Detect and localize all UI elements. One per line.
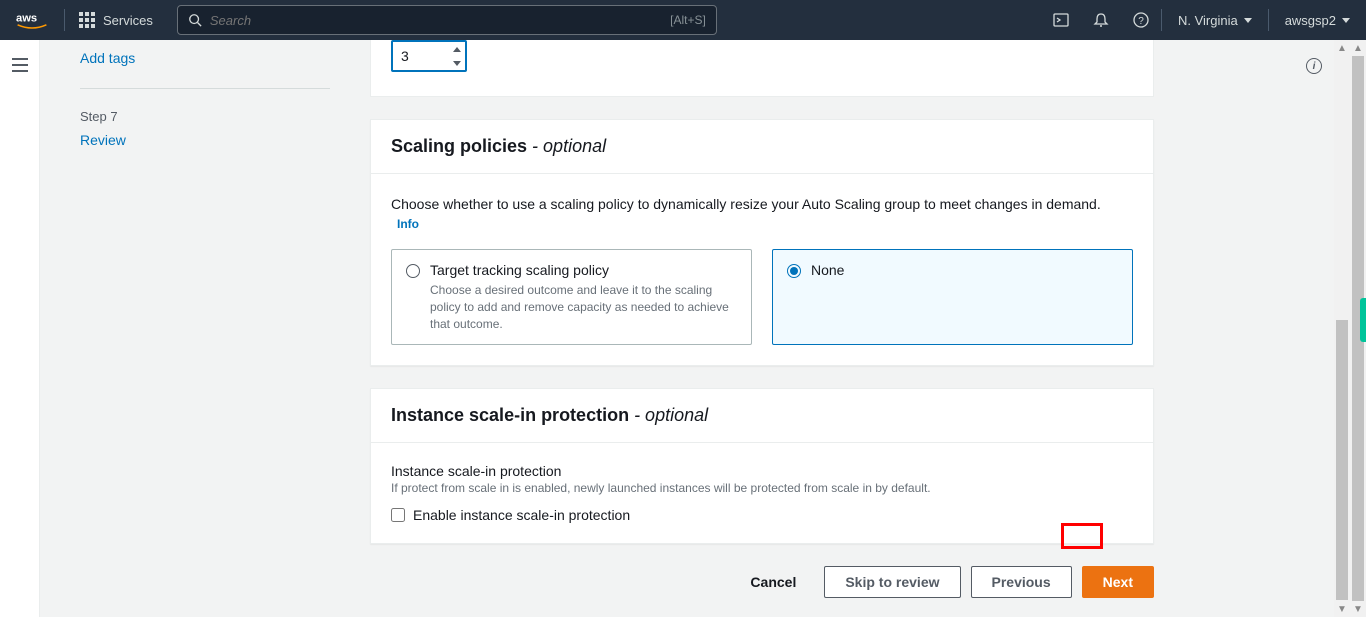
checkbox-label: Enable instance scale-in protection — [413, 507, 630, 523]
protection-title: Instance scale-in protection — [391, 405, 629, 425]
main-content: 3 Scaling policies - optional Choose whe… — [370, 40, 1294, 617]
desired-capacity-input[interactable]: 3 — [391, 40, 467, 72]
notifications-icon[interactable] — [1081, 12, 1121, 28]
chevron-down-icon — [453, 61, 461, 66]
panel-header-scaling: Scaling policies - optional — [371, 120, 1153, 174]
scroll-down-icon[interactable]: ▼ — [1350, 601, 1366, 617]
spin-down-button[interactable] — [448, 56, 465, 70]
sidebar-item-add-tags[interactable]: Add tags — [80, 48, 370, 68]
account-label: awsgsp2 — [1285, 13, 1336, 28]
grid-icon — [79, 12, 95, 28]
scaling-title: Scaling policies — [391, 136, 527, 156]
option-target-title: Target tracking scaling policy — [430, 262, 737, 278]
optional-label: - optional — [527, 136, 606, 156]
option-none-title: None — [811, 262, 844, 278]
radio-icon — [406, 264, 420, 278]
desired-capacity-value: 3 — [393, 48, 447, 64]
chevron-down-icon — [1342, 18, 1350, 23]
scroll-up-icon[interactable]: ▲ — [1350, 40, 1366, 56]
search-input[interactable] — [210, 13, 670, 28]
search-hint: [Alt+S] — [670, 13, 706, 27]
step-number-label: Step 7 — [80, 109, 370, 124]
option-none[interactable]: None — [772, 249, 1133, 345]
checkbox-input[interactable] — [391, 508, 405, 522]
scalein-protection-panel: Instance scale-in protection - optional … — [370, 388, 1154, 544]
skip-to-review-button[interactable]: Skip to review — [824, 566, 960, 598]
scaling-policies-panel: Scaling policies - optional Choose wheth… — [370, 119, 1154, 366]
wizard-footer: Cancel Skip to review Previous Next — [370, 566, 1154, 598]
region-label: N. Virginia — [1178, 13, 1238, 28]
scroll-down-icon[interactable]: ▼ — [1334, 601, 1350, 617]
services-label: Services — [103, 13, 153, 28]
enable-protection-checkbox[interactable]: Enable instance scale-in protection — [391, 507, 1133, 523]
protection-field-hint: If protect from scale in is enabled, new… — [391, 481, 1133, 495]
aws-logo[interactable]: aws — [0, 10, 64, 30]
chevron-up-icon — [453, 47, 461, 52]
scaling-description: Choose whether to use a scaling policy t… — [391, 196, 1101, 212]
step-divider — [80, 88, 330, 89]
sidebar-item-review[interactable]: Review — [80, 130, 370, 150]
svg-text:?: ? — [1138, 16, 1144, 27]
next-button[interactable]: Next — [1082, 566, 1154, 598]
previous-button[interactable]: Previous — [971, 566, 1072, 598]
help-icon[interactable]: ? — [1121, 12, 1161, 28]
cloudshell-icon[interactable] — [1041, 12, 1081, 28]
cancel-button[interactable]: Cancel — [732, 566, 814, 598]
panel-header-protection: Instance scale-in protection - optional — [371, 389, 1153, 443]
info-panel-toggle-icon[interactable]: i — [1306, 58, 1322, 74]
account-menu[interactable]: awsgsp2 — [1269, 13, 1366, 28]
search-input-wrap[interactable]: [Alt+S] — [177, 5, 717, 35]
scrollbar-inner[interactable]: ▲ ▼ — [1334, 40, 1350, 617]
info-link[interactable]: Info — [397, 217, 419, 231]
left-gutter — [0, 40, 40, 617]
region-selector[interactable]: N. Virginia — [1162, 13, 1268, 28]
protection-field-label: Instance scale-in protection — [391, 463, 1133, 479]
nav-right: ? N. Virginia awsgsp2 — [1041, 0, 1366, 40]
menu-toggle-icon[interactable] — [12, 58, 28, 72]
feedback-tab[interactable] — [1360, 298, 1366, 342]
optional-label: - optional — [629, 405, 708, 425]
svg-text:aws: aws — [16, 13, 37, 25]
body: Add tags Step 7 Review 3 Scaling policie… — [0, 40, 1366, 617]
chevron-down-icon — [1244, 18, 1252, 23]
radio-icon — [787, 264, 801, 278]
scrollbar-thumb[interactable] — [1336, 320, 1348, 600]
scroll-up-icon[interactable]: ▲ — [1334, 40, 1350, 56]
right-gutter: i — [1294, 40, 1334, 617]
group-size-panel-tail: 3 — [370, 40, 1154, 97]
search-icon — [188, 13, 202, 27]
scaling-options: Target tracking scaling policy Choose a … — [391, 249, 1133, 345]
option-target-desc: Choose a desired outcome and leave it to… — [430, 282, 737, 332]
steps-sidebar: Add tags Step 7 Review — [40, 40, 370, 617]
services-button[interactable]: Services — [65, 12, 167, 28]
number-spinner — [447, 42, 465, 70]
top-nav: aws Services [Alt+S] ? N. Virginia awsgs… — [0, 0, 1366, 40]
spin-up-button[interactable] — [448, 42, 465, 56]
option-target-tracking[interactable]: Target tracking scaling policy Choose a … — [391, 249, 752, 345]
